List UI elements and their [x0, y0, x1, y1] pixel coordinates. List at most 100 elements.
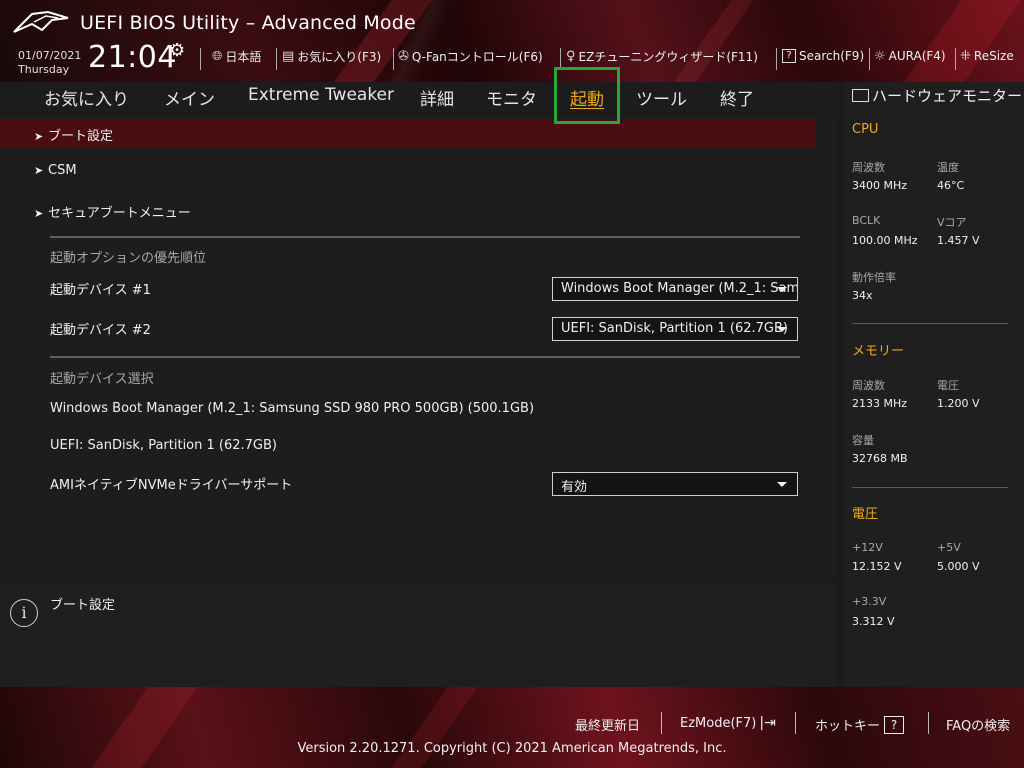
help-text: ブート設定: [50, 598, 116, 613]
favorites-button[interactable]: ▤ お気に入り(F3): [282, 47, 381, 65]
boot-device-1-dropdown[interactable]: Windows Boot Manager (M.2_1: Samsung SSD…: [552, 277, 798, 301]
exit-arrow-icon: |⇥: [759, 715, 776, 731]
memory-freq-value: 2133 MHz: [852, 397, 908, 410]
info-icon: i: [10, 599, 38, 627]
voltage-section-title: 電圧: [852, 507, 879, 522]
tab-boot[interactable]: 起動: [570, 85, 604, 110]
ezmode-button[interactable]: EzMode(F7) |⇥: [680, 715, 776, 731]
cpu-ratio-value: 34x: [852, 289, 873, 302]
cpu-freq-value: 3400 MHz: [852, 179, 908, 192]
boot-device-2-value: UEFI: SanDisk, Partition 1 (62.7GB): [561, 321, 788, 336]
submenu-arrow-icon: ➤: [34, 130, 44, 143]
qfan-label: Q-Fanコントロール(F6): [411, 49, 543, 64]
fan-icon: ✇: [398, 48, 409, 64]
hwmon-divider: [852, 487, 1008, 488]
last-modified-label: 最終更新日: [575, 719, 641, 734]
ez-tuning-wizard-button[interactable]: ♀ EZチューニングウィザード(F11): [566, 47, 758, 65]
tab-advanced[interactable]: 詳細: [420, 85, 454, 110]
boot-select-title: 起動デバイス選択: [50, 372, 154, 387]
boot-device-2-label: 起動デバイス #2: [50, 323, 151, 338]
monitor-icon: [852, 89, 869, 102]
faq-label: FAQの検索: [946, 719, 1011, 734]
memory-freq-label: 周波数: [852, 379, 885, 392]
search-button[interactable]: ? Search(F9): [782, 47, 864, 65]
boot-device-2-dropdown[interactable]: UEFI: SanDisk, Partition 1 (62.7GB): [552, 317, 798, 341]
rog-logo-icon: [13, 10, 69, 33]
cpu-temp-label: 温度: [937, 161, 959, 174]
qfan-control-button[interactable]: ✇ Q-Fanコントロール(F6): [398, 47, 543, 65]
chevron-down-icon: [777, 287, 787, 292]
header-separator: [200, 48, 201, 70]
header-separator: [560, 48, 561, 70]
submenu-secure-boot[interactable]: ➤ セキュアブートメニュー: [34, 202, 191, 221]
lightbulb-icon: ♀: [566, 48, 576, 64]
tab-monitor[interactable]: モニタ: [486, 85, 537, 110]
boot-settings-panel: ➤ ブート設定 ➤ CSM ➤ セキュアブートメニュー 起動オプションの優先順位 起動…: [0, 116, 836, 578]
submenu-label: CSM: [48, 163, 77, 178]
chevron-down-icon: [777, 482, 787, 487]
voltage-12v-label: +12V: [852, 541, 883, 554]
clock-settings-gear-icon[interactable]: ⚙: [169, 40, 185, 61]
weekday-text: Thursday: [18, 63, 70, 76]
aura-label: AURA(F4): [888, 49, 946, 63]
voltage-3v3-value: 3.312 V: [852, 615, 895, 628]
submenu-label: ブート設定: [48, 129, 114, 144]
cpu-freq-label: 周波数: [852, 161, 885, 174]
header-separator: [776, 48, 777, 70]
main-tab-bar: お気に入り メイン Extreme Tweaker 詳細 モニタ 起動 ツール …: [0, 82, 836, 116]
favorites-icon: ▤: [282, 48, 295, 64]
header-separator: [276, 48, 277, 70]
submenu-label: セキュアブートメニュー: [48, 206, 191, 221]
submenu-arrow-icon: ➤: [34, 207, 44, 220]
clock-time: 21:04: [88, 40, 177, 75]
tab-favorites[interactable]: お気に入り: [44, 85, 129, 110]
voltage-5v-value: 5.000 V: [937, 560, 980, 573]
memory-volt-label: 電圧: [937, 379, 959, 392]
submenu-boot-configuration[interactable]: ➤ ブート設定: [34, 125, 113, 144]
memory-capacity-value: 32768 MB: [852, 452, 908, 465]
selected-row-highlight: [0, 119, 816, 148]
cpu-section-title: CPU: [852, 122, 879, 137]
globe-icon: 🌐︎: [212, 48, 223, 64]
header-separator: [393, 48, 394, 70]
tab-main[interactable]: メイン: [164, 85, 215, 110]
voltage-12v-value: 12.152 V: [852, 560, 902, 573]
footer-separator: [661, 712, 662, 734]
footer-separator: [795, 712, 796, 734]
language-button[interactable]: 🌐︎ 日本語: [212, 47, 261, 65]
faq-search-button[interactable]: FAQの検索: [946, 715, 1010, 734]
tab-extreme-tweaker[interactable]: Extreme Tweaker: [248, 85, 394, 105]
resize-icon: ⁜: [960, 48, 971, 64]
resize-button[interactable]: ⁜ ReSize: [960, 47, 1014, 65]
footer-separator: [928, 712, 929, 734]
cpu-bclk-value: 100.00 MHz: [852, 234, 918, 247]
question-box-icon: ?: [884, 715, 905, 734]
nvme-driver-value: 有効: [561, 480, 588, 495]
hotkeys-button[interactable]: ホットキー ?: [815, 715, 905, 734]
chevron-down-icon: [777, 327, 787, 332]
boot-select-item[interactable]: Windows Boot Manager (M.2_1: Samsung SSD…: [50, 401, 534, 416]
cpu-vcore-value: 1.457 V: [937, 234, 980, 247]
search-label: Search(F9): [799, 49, 865, 63]
question-box-icon: ?: [782, 49, 796, 63]
language-label: 日本語: [225, 49, 262, 64]
boot-priority-title: 起動オプションの優先順位: [50, 251, 207, 266]
submenu-csm[interactable]: ➤ CSM: [34, 163, 77, 178]
cpu-bclk-label: BCLK: [852, 214, 881, 227]
boot-select-item[interactable]: UEFI: SanDisk, Partition 1 (62.7GB): [50, 438, 277, 453]
hotkeys-label: ホットキー: [815, 719, 881, 734]
resize-label: ReSize: [973, 49, 1014, 63]
hwmon-divider: [852, 323, 1008, 324]
nvme-driver-dropdown[interactable]: 有効: [552, 472, 798, 496]
submenu-arrow-icon: ➤: [34, 164, 44, 177]
aura-button[interactable]: ☼ AURA(F4): [874, 47, 946, 65]
ezmode-label: EzMode(F7): [680, 715, 757, 731]
last-modified-button[interactable]: 最終更新日: [575, 715, 640, 734]
hardware-monitor-panel: ハードウェアモニター CPU 周波数 温度 3400 MHz 46°C BCLK…: [844, 82, 1024, 687]
header-decoration: [661, 0, 761, 82]
cpu-temp-value: 46°C: [937, 179, 965, 192]
nvme-driver-label: AMIネイティブNVMeドライバーサポート: [50, 478, 293, 493]
tab-tool[interactable]: ツール: [636, 85, 687, 110]
tab-exit[interactable]: 終了: [720, 85, 754, 110]
hardware-monitor-title: ハードウェアモニター: [852, 87, 1022, 105]
